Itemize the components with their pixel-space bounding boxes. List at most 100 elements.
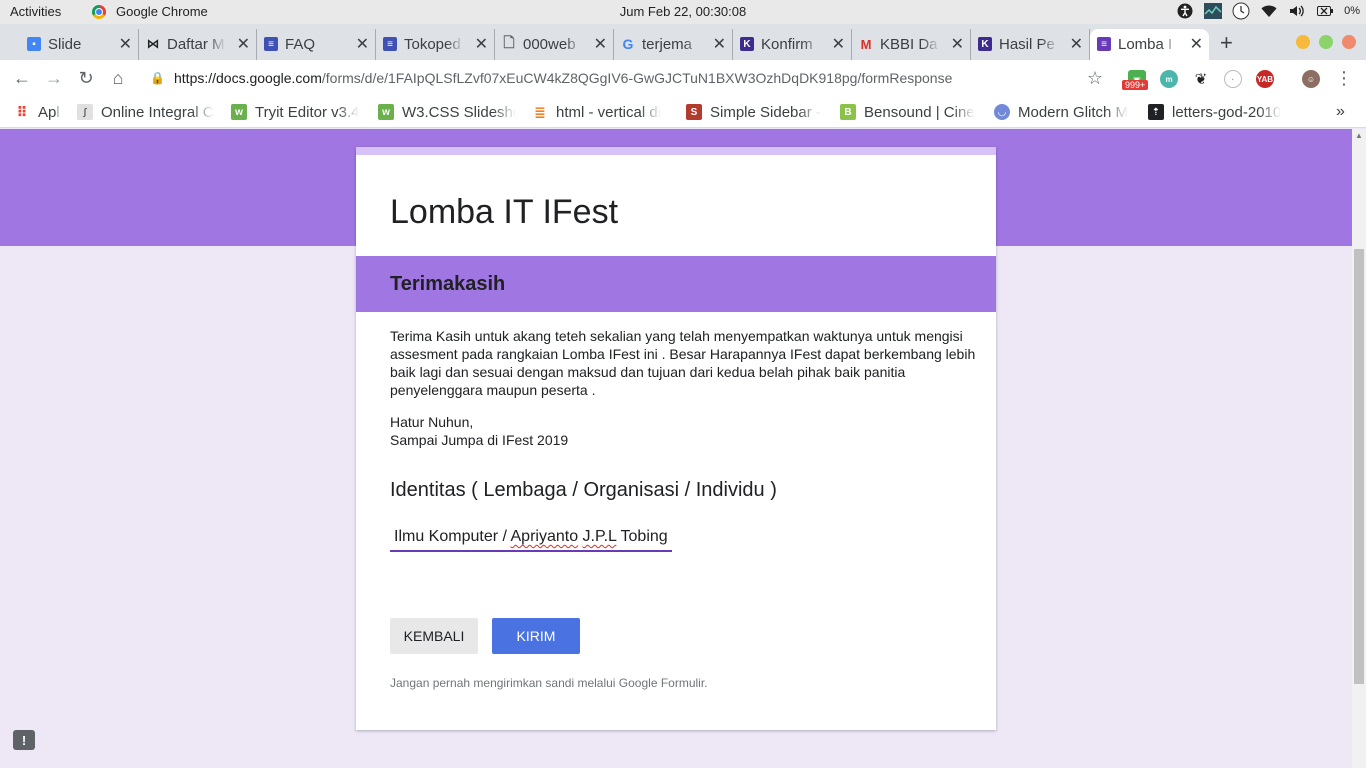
accessibility-icon[interactable]	[1176, 3, 1194, 19]
google-icon: G	[622, 36, 634, 52]
forms-icon: ≡	[1097, 37, 1111, 51]
bookmarks-bar: ⠿ Apl ∫ Online Integral C w Tryit Editor…	[0, 96, 1366, 128]
scroll-up-icon[interactable]: ▲	[1355, 131, 1363, 140]
app-menu[interactable]: Google Chrome	[92, 4, 208, 19]
closing-line-2: Sampai Jumpa di IFest 2019	[390, 432, 569, 448]
url-path: /forms/d/e/1FAIpQLSfLZvf07xEuCW4kZ8QGgIV…	[321, 70, 953, 86]
tab-faq[interactable]: ≡ FAQ ✕	[257, 29, 376, 60]
section-header: Terimakasih	[356, 256, 996, 312]
submit-button[interactable]: KIRIM	[492, 618, 580, 654]
password-warning: Jangan pernah mengirimkan sandi melalui …	[390, 676, 708, 690]
closing-line-1: Hatur Nuhun,	[390, 414, 474, 430]
tab-close-icon[interactable]: ✕	[119, 34, 132, 54]
bookmark-bensound[interactable]: B Bensound | Cine	[840, 102, 980, 122]
tab-close-icon[interactable]: ✕	[356, 34, 369, 54]
home-icon[interactable]: ⌂	[106, 66, 130, 90]
address-bar[interactable]: 🔒 https://docs.google.com/forms/d/e/1FAI…	[150, 64, 1120, 92]
system-tray[interactable]: 0%	[1176, 2, 1360, 20]
section-description: Terima Kasih untuk akang teteh sekalian …	[390, 328, 976, 398]
tab-close-icon[interactable]: ✕	[1070, 34, 1083, 54]
forms-icon: ≡	[383, 37, 397, 51]
form-title: Lomba IT IFest	[390, 193, 619, 231]
browser-toolbar: ← → ↻ ⌂ 🔒 https://docs.google.com/forms/…	[0, 60, 1366, 96]
bookmark-apps[interactable]: ⠿ Apl	[14, 102, 66, 122]
maximize-button[interactable]	[1319, 35, 1333, 49]
tab-000web[interactable]: 🗋 000web ✕	[495, 29, 614, 60]
k-icon: K	[740, 37, 754, 51]
back-button[interactable]: KEMBALI	[390, 618, 478, 654]
extension-yab-icon[interactable]: YAB	[1256, 70, 1274, 88]
tab-hasil[interactable]: K Hasil Pe ✕	[971, 29, 1090, 60]
activities-button[interactable]: Activities	[10, 4, 61, 19]
tab-konfirmasi[interactable]: K Konfirm ✕	[733, 29, 852, 60]
bookmark-star-icon[interactable]: ☆	[1083, 66, 1107, 90]
k-icon: K	[978, 37, 992, 51]
w3-icon: w	[378, 104, 394, 120]
clock-applet-icon[interactable]	[1232, 2, 1250, 20]
tab-slide[interactable]: ▪ Slide ✕	[20, 29, 139, 60]
tab-title: FAQ	[285, 36, 316, 53]
tab-daftar[interactable]: ⋈ Daftar M ✕	[139, 29, 257, 60]
bookmark-online-integral[interactable]: ∫ Online Integral C	[77, 102, 215, 122]
bookmark-html-vertical[interactable]: ≣ html - vertical di	[532, 102, 672, 122]
system-monitor-icon[interactable]	[1204, 3, 1223, 19]
tab-close-icon[interactable]: ✕	[594, 34, 607, 54]
page-scrollbar[interactable]: ▲	[1352, 129, 1366, 768]
bookmark-letters-god[interactable]: ⇡ letters-god-2010	[1148, 102, 1288, 122]
gmail-icon: M	[860, 36, 872, 52]
tab-close-icon[interactable]: ✕	[951, 34, 964, 54]
tab-title: terjema	[642, 36, 693, 53]
battery-icon[interactable]	[1316, 3, 1334, 19]
back-arrow-icon[interactable]: ←	[10, 66, 34, 90]
profile-avatar[interactable]: ☺	[1302, 70, 1320, 88]
upload-icon: ⇡	[1148, 104, 1164, 120]
tab-tokopedia[interactable]: ≡ Tokoped ✕	[376, 29, 495, 60]
bookmark-modern-glitch[interactable]: ◡ Modern Glitch M	[994, 102, 1134, 122]
tab-close-icon[interactable]: ✕	[475, 34, 488, 54]
reload-icon[interactable]: ↻	[74, 66, 98, 90]
minimize-button[interactable]	[1296, 35, 1310, 49]
volume-icon[interactable]	[1288, 3, 1306, 19]
report-feedback-icon[interactable]: !	[13, 730, 35, 750]
form-page: Lomba IT IFest Terimakasih Terima Kasih …	[0, 129, 1352, 768]
lock-icon: 🔒	[150, 71, 165, 85]
tab-lomba-active[interactable]: ≡ Lomba I ✕	[1090, 29, 1209, 60]
tab-kbbi[interactable]: M KBBI Da ✕	[852, 29, 971, 60]
s-icon: S	[686, 104, 702, 120]
battery-percent: 0%	[1344, 5, 1360, 17]
bookmarks-overflow-chevron-icon[interactable]: »	[1336, 102, 1345, 122]
integral-icon: ∫	[77, 104, 93, 120]
forward-arrow-icon[interactable]: →	[42, 66, 66, 90]
bookmark-simple-sidebar[interactable]: S Simple Sidebar -	[686, 102, 824, 122]
tab-title: Tokoped	[404, 36, 461, 53]
stackoverflow-icon: ≣	[534, 103, 546, 120]
tab-close-icon[interactable]: ✕	[1190, 34, 1203, 54]
tab-title: Lomba I	[1118, 36, 1173, 53]
page-icon: 🗋	[503, 34, 515, 50]
section-title: Terimakasih	[390, 273, 506, 295]
new-tab-button[interactable]: +	[1220, 30, 1233, 56]
tab-close-icon[interactable]: ✕	[832, 34, 845, 54]
close-window-button[interactable]	[1342, 35, 1356, 49]
extension-gnome-icon[interactable]: ❦	[1192, 70, 1210, 88]
b-icon: B	[840, 104, 856, 120]
tab-terjemahan[interactable]: G terjema ✕	[614, 29, 733, 60]
tab-close-icon[interactable]: ✕	[237, 34, 250, 54]
w3-icon: w	[231, 104, 247, 120]
tab-title: Konfirm	[761, 36, 813, 53]
spellcheck-word: Apriyanto	[510, 528, 579, 545]
identity-answer-input[interactable]: Ilmu Komputer / Apriyanto J.P.L Tobing	[390, 525, 672, 552]
bookmark-tryit-editor[interactable]: w Tryit Editor v3.4	[231, 102, 365, 122]
discord-icon: ◡	[994, 104, 1010, 120]
forms-icon: ≡	[264, 37, 278, 51]
tab-close-icon[interactable]: ✕	[713, 34, 726, 54]
bowtie-icon: ⋈	[146, 36, 160, 51]
extension-m-icon[interactable]: m	[1160, 70, 1178, 88]
wifi-icon[interactable]	[1260, 3, 1278, 19]
bookmark-w3css-slideshow[interactable]: w W3.CSS Slidesho	[378, 102, 516, 122]
app-name: Google Chrome	[116, 4, 208, 19]
extension-circle-icon[interactable]: ·	[1224, 70, 1242, 88]
scrollbar-thumb[interactable]	[1354, 249, 1364, 684]
menu-kebab-icon[interactable]: ⋮	[1332, 66, 1356, 90]
url-host: https://docs.google.com	[174, 70, 322, 86]
